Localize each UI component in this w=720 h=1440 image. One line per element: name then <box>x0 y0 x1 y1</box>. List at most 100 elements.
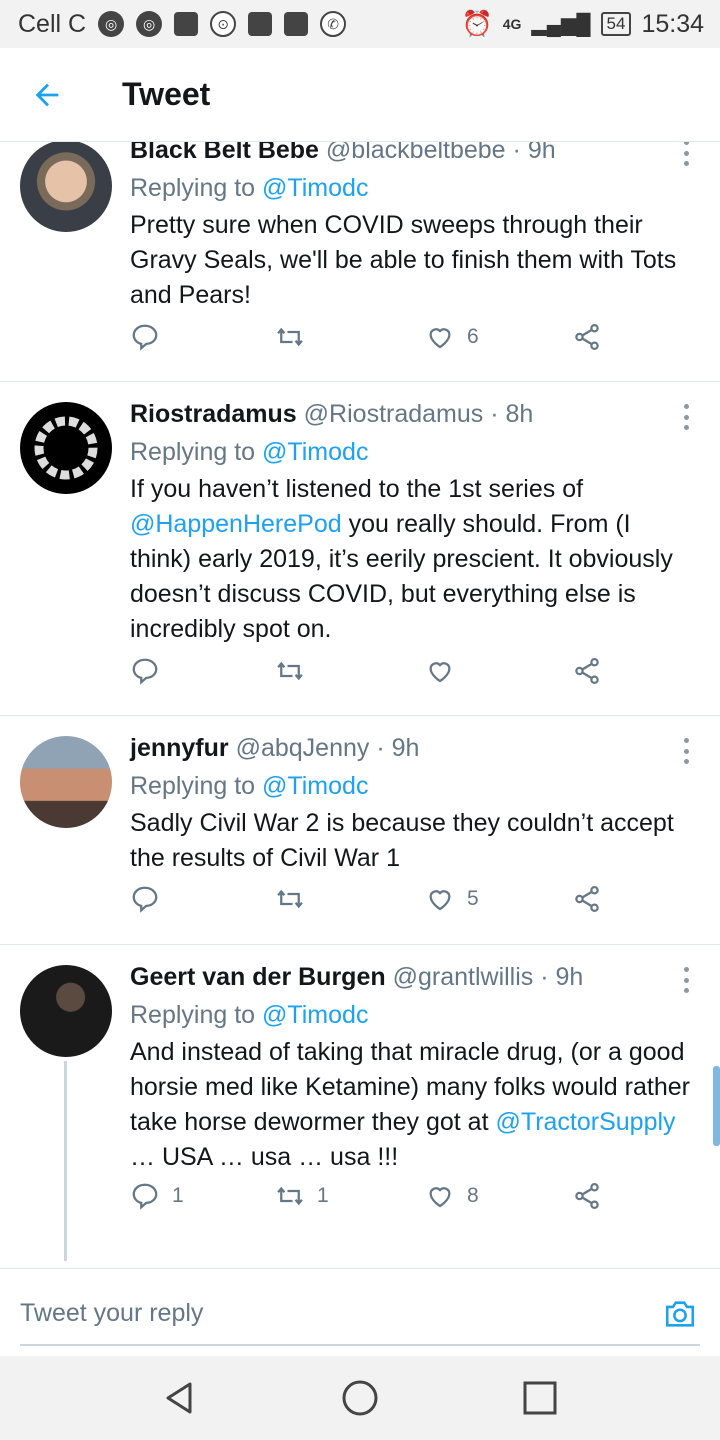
page-title: Tweet <box>122 76 211 112</box>
like-button[interactable]: 8 <box>425 1181 479 1211</box>
author-name[interactable]: Geert van der Burgen <box>130 963 386 991</box>
share-button[interactable] <box>572 322 602 352</box>
retweet-icon <box>277 889 303 909</box>
reply-button[interactable]: 1 <box>130 1181 184 1211</box>
replying-to: Replying to @Timodc <box>130 1001 368 1030</box>
tweet[interactable]: Geert van der Burgen @grantlwillis · 9h … <box>0 945 720 1268</box>
tweet-text-part: If you haven’t listened to the 1st serie… <box>130 475 584 503</box>
replying-to-link[interactable]: @Timodc <box>262 772 368 800</box>
tweet-header: jennyfur @abqJenny · 9h <box>130 734 670 763</box>
gallery-icon <box>284 12 309 36</box>
share-icon <box>575 1183 599 1209</box>
thread-line <box>64 1061 67 1261</box>
share-icon <box>575 658 599 684</box>
recents-square-icon[interactable] <box>520 1378 560 1418</box>
avatar-logo-icon <box>34 416 98 480</box>
status-bar: Cell C ◎ ◎ ⊙ ✆ ⏰ 4G ▂▄▆█ 54 15:34 <box>0 0 720 48</box>
author-name[interactable]: Black Belt Bebe <box>130 142 319 164</box>
mention-link[interactable]: @TractorSupply <box>495 1108 675 1136</box>
avatar[interactable] <box>20 965 112 1057</box>
retweet-button[interactable] <box>275 884 317 914</box>
more-options-icon[interactable] <box>682 738 690 764</box>
tweet[interactable]: Black Belt Bebe @blackbeltbebe · 9h Repl… <box>0 142 720 382</box>
more-options-icon[interactable] <box>682 967 690 993</box>
tweet-text-part: Pretty sure when COVID sweeps through th… <box>130 211 677 309</box>
reply-button[interactable] <box>130 884 172 914</box>
author-name[interactable]: jennyfur <box>130 734 229 762</box>
replying-to-link[interactable]: @Timodc <box>262 1001 368 1029</box>
app-icon <box>248 12 273 36</box>
author-handle[interactable]: @grantlwillis <box>393 963 534 991</box>
battery-indicator: 54 <box>600 12 632 36</box>
heart-icon <box>429 1187 451 1208</box>
retweet-icon <box>277 661 303 681</box>
tweet-header: Black Belt Bebe @blackbeltbebe · 9h <box>130 142 670 165</box>
whatsapp-icon: ✆ <box>320 11 347 37</box>
carrier-label: Cell C <box>18 9 87 38</box>
heart-icon <box>429 662 451 683</box>
more-options-icon[interactable] <box>682 142 690 166</box>
replying-to-link[interactable]: @Timodc <box>262 438 368 466</box>
retweet-button[interactable]: 1 <box>275 1181 329 1211</box>
retweet-button[interactable] <box>275 322 317 352</box>
tweet-actions: 5 <box>130 884 610 918</box>
reply-timeline[interactable]: Black Belt Bebe @blackbeltbebe · 9h Repl… <box>0 142 720 1268</box>
chrome-icon: ◎ <box>136 11 163 37</box>
like-count: 5 <box>467 887 479 910</box>
tweet-actions: 6 <box>130 322 610 356</box>
retweet-count: 1 <box>317 1184 329 1207</box>
tweet-text: Sadly Civil War 2 is because they couldn… <box>130 806 690 876</box>
reply-input[interactable]: Tweet your reply <box>20 1299 203 1328</box>
like-button[interactable]: 5 <box>425 884 479 914</box>
home-circle-icon[interactable] <box>340 1378 380 1418</box>
reply-count: 1 <box>172 1184 184 1207</box>
like-count: 6 <box>467 325 479 348</box>
camera-icon[interactable] <box>662 1297 698 1331</box>
reply-icon <box>132 658 158 685</box>
input-underline <box>20 1344 700 1346</box>
author-handle[interactable]: @blackbeltbebe <box>326 142 506 164</box>
replying-to: Replying to @Timodc <box>130 174 368 203</box>
page-header: Tweet <box>0 48 720 142</box>
back-arrow-icon[interactable] <box>30 78 64 112</box>
reply-composer[interactable]: Tweet your reply <box>0 1268 720 1356</box>
tweet-actions <box>130 656 610 690</box>
tweet-text: And instead of taking that miracle drug,… <box>130 1035 690 1175</box>
signal-icon: ▂▄▆█ <box>531 13 591 36</box>
avatar[interactable] <box>20 736 112 828</box>
tweet[interactable]: jennyfur @abqJenny · 9h Replying to @Tim… <box>0 716 720 945</box>
more-options-icon[interactable] <box>682 404 690 430</box>
tweet-time: · 8h <box>490 400 534 428</box>
replying-label: Replying to <box>130 1001 256 1029</box>
tweet-header: Geert van der Burgen @grantlwillis · 9h <box>130 963 670 992</box>
retweet-button[interactable] <box>275 656 317 686</box>
tweet-header: Riostradamus @Riostradamus · 8h <box>130 400 670 429</box>
like-count: 8 <box>467 1184 479 1207</box>
author-name[interactable]: Riostradamus <box>130 400 297 428</box>
retweet-icon <box>277 327 303 347</box>
avatar[interactable] <box>20 402 112 494</box>
replying-label: Replying to <box>130 174 256 202</box>
tweet[interactable]: Riostradamus @Riostradamus · 8h Replying… <box>0 382 720 716</box>
replying-to-link[interactable]: @Timodc <box>262 174 368 202</box>
author-handle[interactable]: @Riostradamus <box>304 400 484 428</box>
alarm-icon: ⏰ <box>461 9 493 38</box>
replying-label: Replying to <box>130 438 256 466</box>
like-button[interactable]: 6 <box>425 322 479 352</box>
like-button[interactable] <box>425 656 467 686</box>
back-triangle-icon[interactable] <box>160 1378 200 1418</box>
share-icon <box>575 324 599 350</box>
reply-icon <box>132 1183 158 1210</box>
author-handle[interactable]: @abqJenny <box>236 734 370 762</box>
mention-link[interactable]: @HappenHerePod <box>130 510 342 538</box>
avatar[interactable] <box>20 142 112 232</box>
clock: 15:34 <box>641 9 704 38</box>
scrollbar[interactable] <box>713 1066 720 1146</box>
share-button[interactable] <box>572 1181 602 1211</box>
sd-card-icon <box>174 12 199 36</box>
reply-button[interactable] <box>130 656 172 686</box>
system-nav-bar <box>0 1356 720 1440</box>
share-button[interactable] <box>572 884 602 914</box>
reply-button[interactable] <box>130 322 172 352</box>
share-button[interactable] <box>572 656 602 686</box>
